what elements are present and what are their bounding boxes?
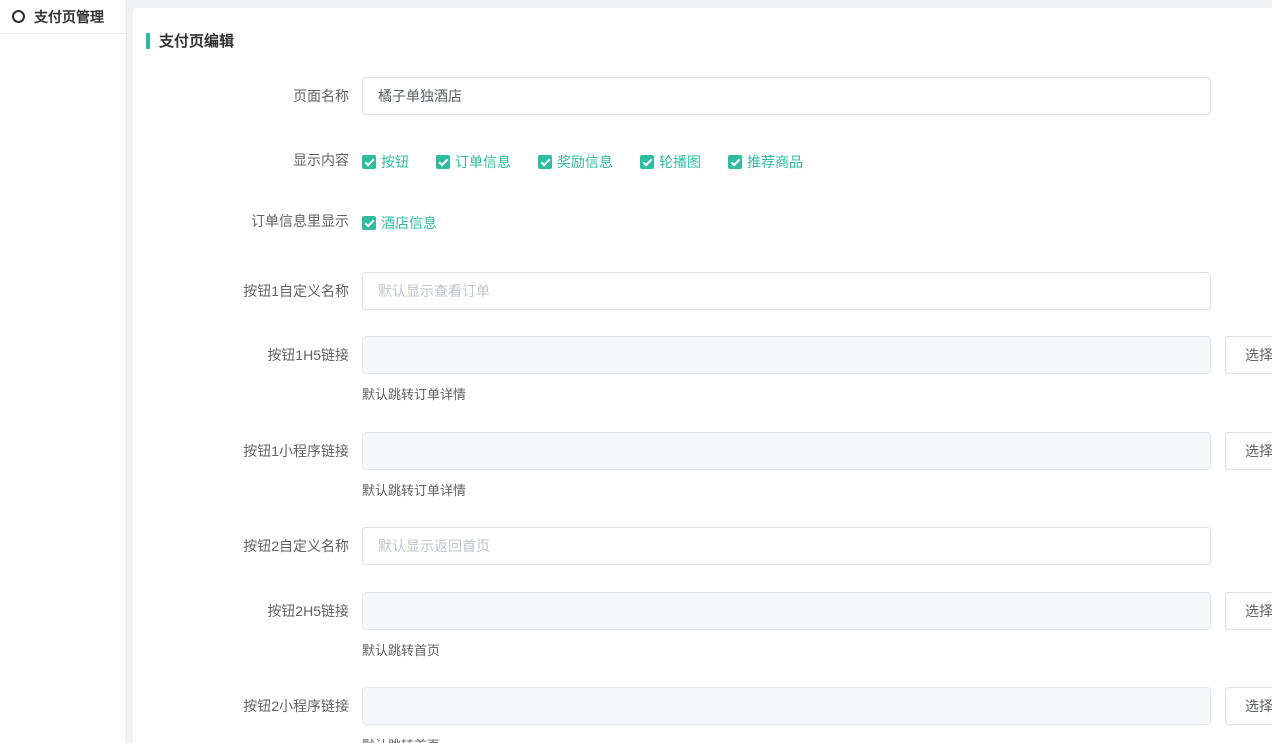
form-row-btn2-miniprogram-link: 按钮2小程序链接 选择 默认跳转首页 — [133, 687, 1272, 743]
display-content-checkbox-group: 按钮 订单信息 奖励信息 轮播图 推荐商品 — [362, 150, 830, 172]
btn1-h5-link-hint: 默认跳转订单详情 — [362, 387, 1272, 403]
title-accent-bar — [146, 33, 150, 49]
page-name-label: 页面名称 — [133, 77, 362, 115]
form-row-btn2-h5-link: 按钮2H5链接 选择 默认跳转首页 — [133, 592, 1272, 659]
section-title-text: 支付页编辑 — [159, 30, 234, 51]
btn1-name-label: 按钮1自定义名称 — [133, 272, 362, 310]
btn2-h5-select-button[interactable]: 选择 — [1225, 592, 1272, 630]
form-row-display-content: 显示内容 按钮 订单信息 奖励信息 轮播图 — [133, 150, 1272, 172]
btn1-h5-link-input — [362, 336, 1211, 374]
display-content-label: 显示内容 — [133, 150, 362, 170]
page-name-input[interactable] — [362, 77, 1211, 115]
btn1-miniprogram-link-label: 按钮1小程序链接 — [133, 432, 362, 470]
checkbox-button[interactable]: 按钮 — [362, 152, 409, 172]
btn1-h5-link-line: 选择 — [362, 336, 1272, 374]
payment-page-edit-card: 支付页编辑 页面名称 显示内容 按钮 订单信息 奖励信息 — [133, 8, 1272, 743]
checkbox-hotel-info[interactable]: 酒店信息 — [362, 213, 437, 233]
btn1-miniprogram-link-hint: 默认跳转订单详情 — [362, 483, 1272, 499]
order-info-display-checkbox-group: 酒店信息 — [362, 211, 464, 233]
btn2-miniprogram-link-control: 选择 默认跳转首页 — [362, 687, 1272, 743]
btn1-h5-link-control: 选择 默认跳转订单详情 — [362, 336, 1272, 403]
btn1-miniprogram-link-control: 选择 默认跳转订单详情 — [362, 432, 1272, 499]
btn1-h5-link-label: 按钮1H5链接 — [133, 336, 362, 374]
btn2-h5-link-hint: 默认跳转首页 — [362, 643, 1272, 659]
sidebar-item-label: 支付页管理 — [34, 7, 104, 27]
btn2-miniprogram-link-input — [362, 687, 1211, 725]
checkbox-carousel[interactable]: 轮播图 — [640, 152, 701, 172]
checkbox-checked-icon — [362, 216, 376, 230]
form-row-btn1-name: 按钮1自定义名称 — [133, 272, 1272, 310]
btn2-miniprogram-link-hint: 默认跳转首页 — [362, 738, 1272, 743]
btn2-name-label: 按钮2自定义名称 — [133, 527, 362, 565]
form-row-btn1-miniprogram-link: 按钮1小程序链接 选择 默认跳转订单详情 — [133, 432, 1272, 499]
checkbox-checked-icon — [728, 155, 742, 169]
checkbox-checked-icon — [362, 155, 376, 169]
checkbox-checked-icon — [538, 155, 552, 169]
sidebar-item-payment-page-management[interactable]: 支付页管理 — [0, 0, 126, 34]
circle-icon — [12, 10, 25, 23]
checkbox-checked-icon — [436, 155, 450, 169]
btn2-h5-link-input — [362, 592, 1211, 630]
btn2-h5-link-line: 选择 — [362, 592, 1272, 630]
form-row-btn1-h5-link: 按钮1H5链接 选择 默认跳转订单详情 — [133, 336, 1272, 403]
form-row-order-info-display: 订单信息里显示 酒店信息 — [133, 211, 1272, 233]
btn1-miniprogram-select-button[interactable]: 选择 — [1225, 432, 1272, 470]
btn1-miniprogram-link-line: 选择 — [362, 432, 1272, 470]
form-row-btn2-name: 按钮2自定义名称 — [133, 527, 1272, 565]
checkbox-reward-info[interactable]: 奖励信息 — [538, 152, 613, 172]
order-info-display-label: 订单信息里显示 — [133, 211, 362, 231]
checkbox-checked-icon — [640, 155, 654, 169]
section-title: 支付页编辑 — [133, 8, 1272, 51]
btn2-name-input[interactable] — [362, 527, 1211, 565]
checkbox-order-info[interactable]: 订单信息 — [436, 152, 511, 172]
btn2-h5-link-label: 按钮2H5链接 — [133, 592, 362, 630]
sidebar: 支付页管理 — [0, 0, 127, 743]
btn2-miniprogram-select-button[interactable]: 选择 — [1225, 687, 1272, 725]
btn1-miniprogram-link-input — [362, 432, 1211, 470]
checkbox-recommended-products[interactable]: 推荐商品 — [728, 152, 803, 172]
btn1-h5-select-button[interactable]: 选择 — [1225, 336, 1272, 374]
btn2-h5-link-control: 选择 默认跳转首页 — [362, 592, 1272, 659]
form-row-page-name: 页面名称 — [133, 77, 1272, 115]
btn1-name-input[interactable] — [362, 272, 1211, 310]
btn2-miniprogram-link-line: 选择 — [362, 687, 1272, 725]
payment-page-form: 页面名称 显示内容 按钮 订单信息 奖励信息 — [133, 77, 1272, 743]
btn2-miniprogram-link-label: 按钮2小程序链接 — [133, 687, 362, 725]
